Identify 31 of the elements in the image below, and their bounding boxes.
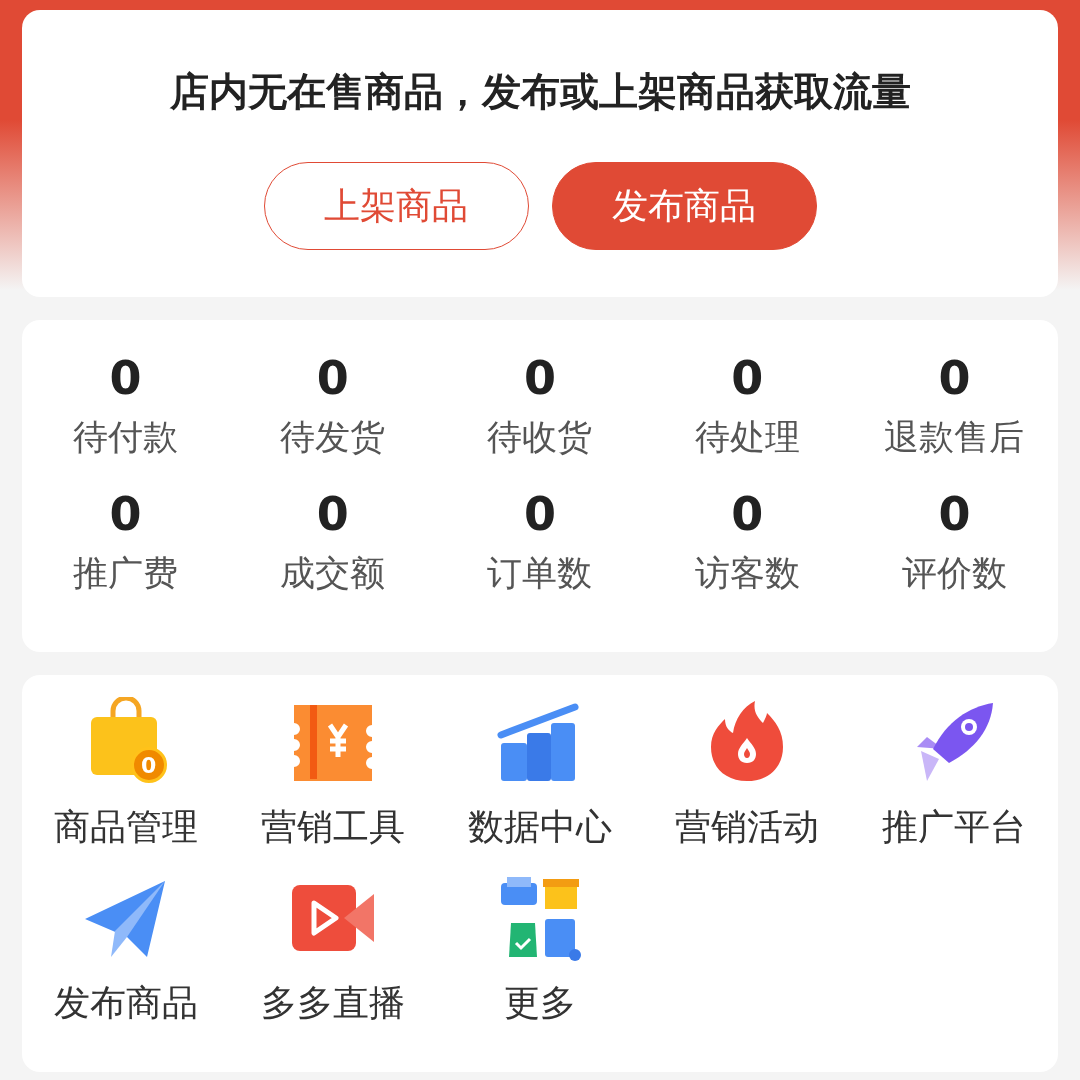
tool-label[interactable]: 营销工具 [260,795,405,859]
stat-value: 0 [731,350,764,406]
stat-label: 推广费 [73,552,179,595]
stat-label: 待处理 [694,416,800,459]
tool-label[interactable]: 发布商品 [53,971,198,1035]
stat-label: 订单数 [487,552,593,595]
stat-value: 0 [938,350,971,406]
stat-value: 0 [109,486,142,542]
stat-label: 访客数 [694,552,800,595]
stat-value: 0 [316,486,349,542]
tool-label[interactable]: 多多直播 [260,971,405,1035]
stat-value: 0 [524,350,556,406]
stat-value: 0 [731,486,764,542]
stat-label: 待收货 [487,416,593,459]
list-product-button[interactable]: 上架商品 [263,162,529,250]
tool-label[interactable]: 推广平台 [882,795,1027,859]
notice-message: 店内无在售商品，发布或上架商品获取流量 [169,68,911,116]
stat-label: 成交额 [280,552,386,595]
tool-label[interactable]: 数据中心 [468,795,612,859]
tool-label[interactable]: 营销活动 [675,795,820,859]
stat-value: 0 [524,486,556,542]
stat-label: 退款售后 [884,416,1025,459]
stat-label: 待付款 [73,416,179,459]
tool-label[interactable]: 商品管理 [53,795,198,859]
stat-value: 0 [316,350,349,406]
stat-value: 0 [938,486,971,542]
stat-label: 评价数 [901,552,1007,595]
stat-value: 0 [109,350,142,406]
publish-button[interactable]: 发布商品 [551,162,817,250]
tool-label[interactable]: 更多 [504,971,576,1035]
stat-label: 待发货 [280,416,386,459]
